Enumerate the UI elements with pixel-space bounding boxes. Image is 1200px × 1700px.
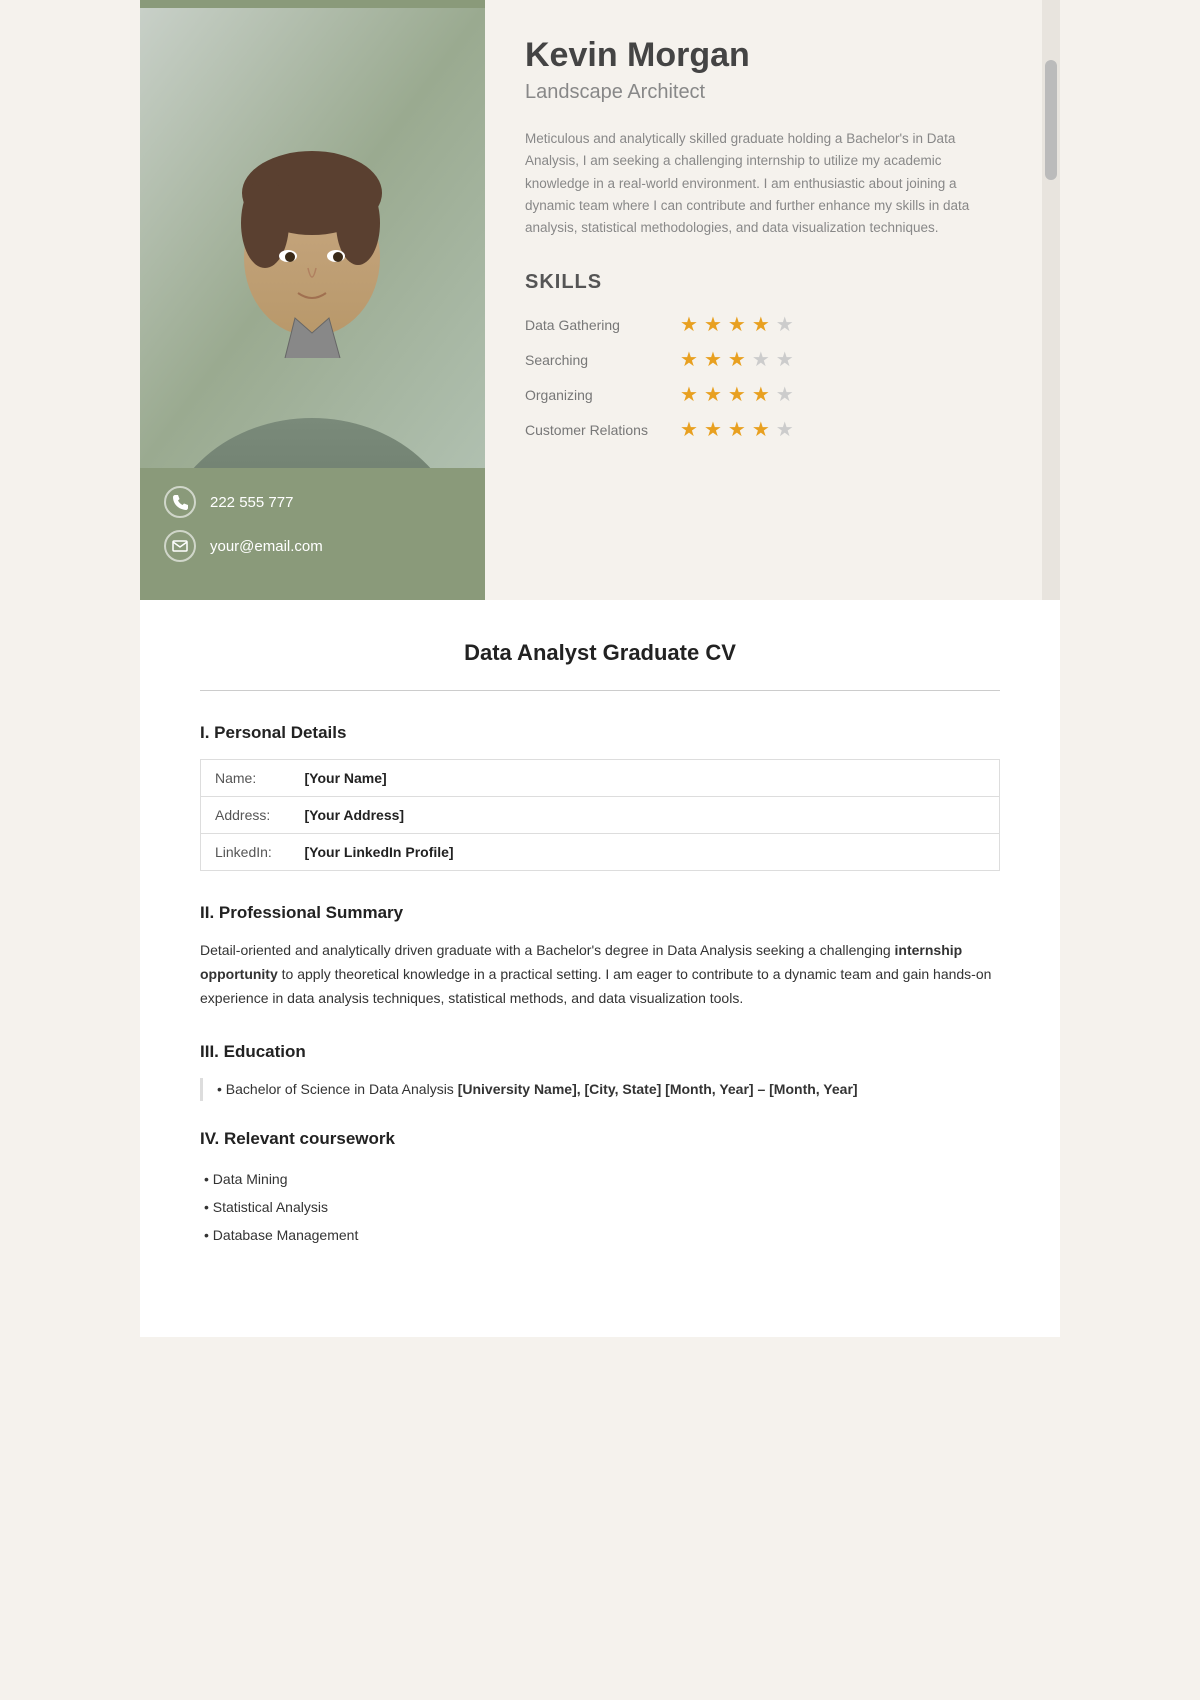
table-value: [Your Address] [291, 797, 1000, 834]
star-filled: ★ [680, 382, 698, 407]
skill-row: Customer Relations★★★★★ [525, 417, 1002, 442]
personal-table: Name:[Your Name]Address:[Your Address]Li… [200, 759, 1000, 871]
education-bold: [University Name], [City, State] [Month,… [458, 1081, 858, 1097]
skill-name: Searching [525, 352, 680, 368]
star-empty: ★ [776, 347, 794, 372]
list-item: Database Management [204, 1221, 1000, 1249]
education-text: • Bachelor of Science in Data Analysis [217, 1081, 458, 1097]
star-empty: ★ [776, 382, 794, 407]
email-contact: your@email.com [164, 530, 461, 562]
star-filled: ★ [704, 347, 722, 372]
star-filled: ★ [680, 417, 698, 442]
divider [200, 690, 1000, 691]
table-row: Name:[Your Name] [201, 760, 1000, 797]
star-filled: ★ [704, 312, 722, 337]
personal-details-section: I. Personal Details Name:[Your Name]Addr… [200, 723, 1000, 871]
star-empty: ★ [752, 347, 770, 372]
phone-contact: 222 555 777 [164, 486, 461, 518]
education-item: • Bachelor of Science in Data Analysis [… [200, 1078, 1000, 1100]
table-row: Address:[Your Address] [201, 797, 1000, 834]
education-section: III. Education • Bachelor of Science in … [200, 1042, 1000, 1100]
skill-stars: ★★★★★ [680, 382, 794, 407]
skill-row: Organizing★★★★★ [525, 382, 1002, 407]
personal-details-heading: I. Personal Details [200, 723, 1000, 743]
cv-name: Kevin Morgan [525, 36, 1002, 75]
email-address: your@email.com [210, 538, 323, 555]
table-label: Address: [201, 797, 291, 834]
skills-list: Data Gathering★★★★★Searching★★★★★Organiz… [525, 312, 1002, 442]
professional-summary-text: Detail-oriented and analytically driven … [200, 939, 1000, 1010]
cv-summary: Meticulous and analytically skilled grad… [525, 128, 1002, 239]
skill-row: Data Gathering★★★★★ [525, 312, 1002, 337]
skill-name: Customer Relations [525, 422, 680, 438]
accent-bar-top [140, 0, 485, 8]
accent-bar-bottom [140, 592, 485, 600]
star-filled: ★ [704, 417, 722, 442]
skill-stars: ★★★★★ [680, 312, 794, 337]
contact-section: 222 555 777 your@email.com [140, 468, 485, 592]
table-value: [Your Name] [291, 760, 1000, 797]
scrollbar[interactable] [1042, 0, 1060, 600]
star-filled: ★ [728, 347, 746, 372]
coursework-heading: IV. Relevant coursework [200, 1129, 1000, 1149]
table-label: LinkedIn: [201, 834, 291, 871]
scrollbar-thumb[interactable] [1045, 60, 1057, 180]
skill-stars: ★★★★★ [680, 347, 794, 372]
table-value: [Your LinkedIn Profile] [291, 834, 1000, 871]
star-filled: ★ [728, 417, 746, 442]
star-filled: ★ [728, 382, 746, 407]
star-filled: ★ [752, 312, 770, 337]
phone-number: 222 555 777 [210, 494, 293, 511]
star-filled: ★ [752, 382, 770, 407]
star-empty: ★ [776, 417, 794, 442]
cv-title: Landscape Architect [525, 81, 1002, 104]
coursework-section: IV. Relevant coursework Data MiningStati… [200, 1129, 1000, 1249]
star-filled: ★ [728, 312, 746, 337]
cv-right-panel: Kevin Morgan Landscape Architect Meticul… [485, 0, 1042, 600]
phone-icon [164, 486, 196, 518]
list-item: Statistical Analysis [204, 1193, 1000, 1221]
summary-text-end: to apply theoretical knowledge in a prac… [200, 966, 991, 1006]
star-empty: ★ [776, 312, 794, 337]
list-item: Data Mining [204, 1165, 1000, 1193]
skill-stars: ★★★★★ [680, 417, 794, 442]
skill-row: Searching★★★★★ [525, 347, 1002, 372]
education-heading: III. Education [200, 1042, 1000, 1062]
star-filled: ★ [680, 312, 698, 337]
star-filled: ★ [752, 417, 770, 442]
star-filled: ★ [704, 382, 722, 407]
document-section: Data Analyst Graduate CV I. Personal Det… [140, 600, 1060, 1337]
skills-heading: SKILLS [525, 271, 1002, 294]
star-filled: ★ [680, 347, 698, 372]
professional-summary-section: II. Professional Summary Detail-oriented… [200, 903, 1000, 1010]
document-title: Data Analyst Graduate CV [200, 640, 1000, 666]
skill-name: Organizing [525, 387, 680, 403]
coursework-list: Data MiningStatistical AnalysisDatabase … [200, 1165, 1000, 1249]
email-icon [164, 530, 196, 562]
summary-text-start: Detail-oriented and analytically driven … [200, 942, 895, 958]
table-row: LinkedIn:[Your LinkedIn Profile] [201, 834, 1000, 871]
skill-name: Data Gathering [525, 317, 680, 333]
table-label: Name: [201, 760, 291, 797]
profile-photo [140, 8, 485, 468]
professional-summary-heading: II. Professional Summary [200, 903, 1000, 923]
